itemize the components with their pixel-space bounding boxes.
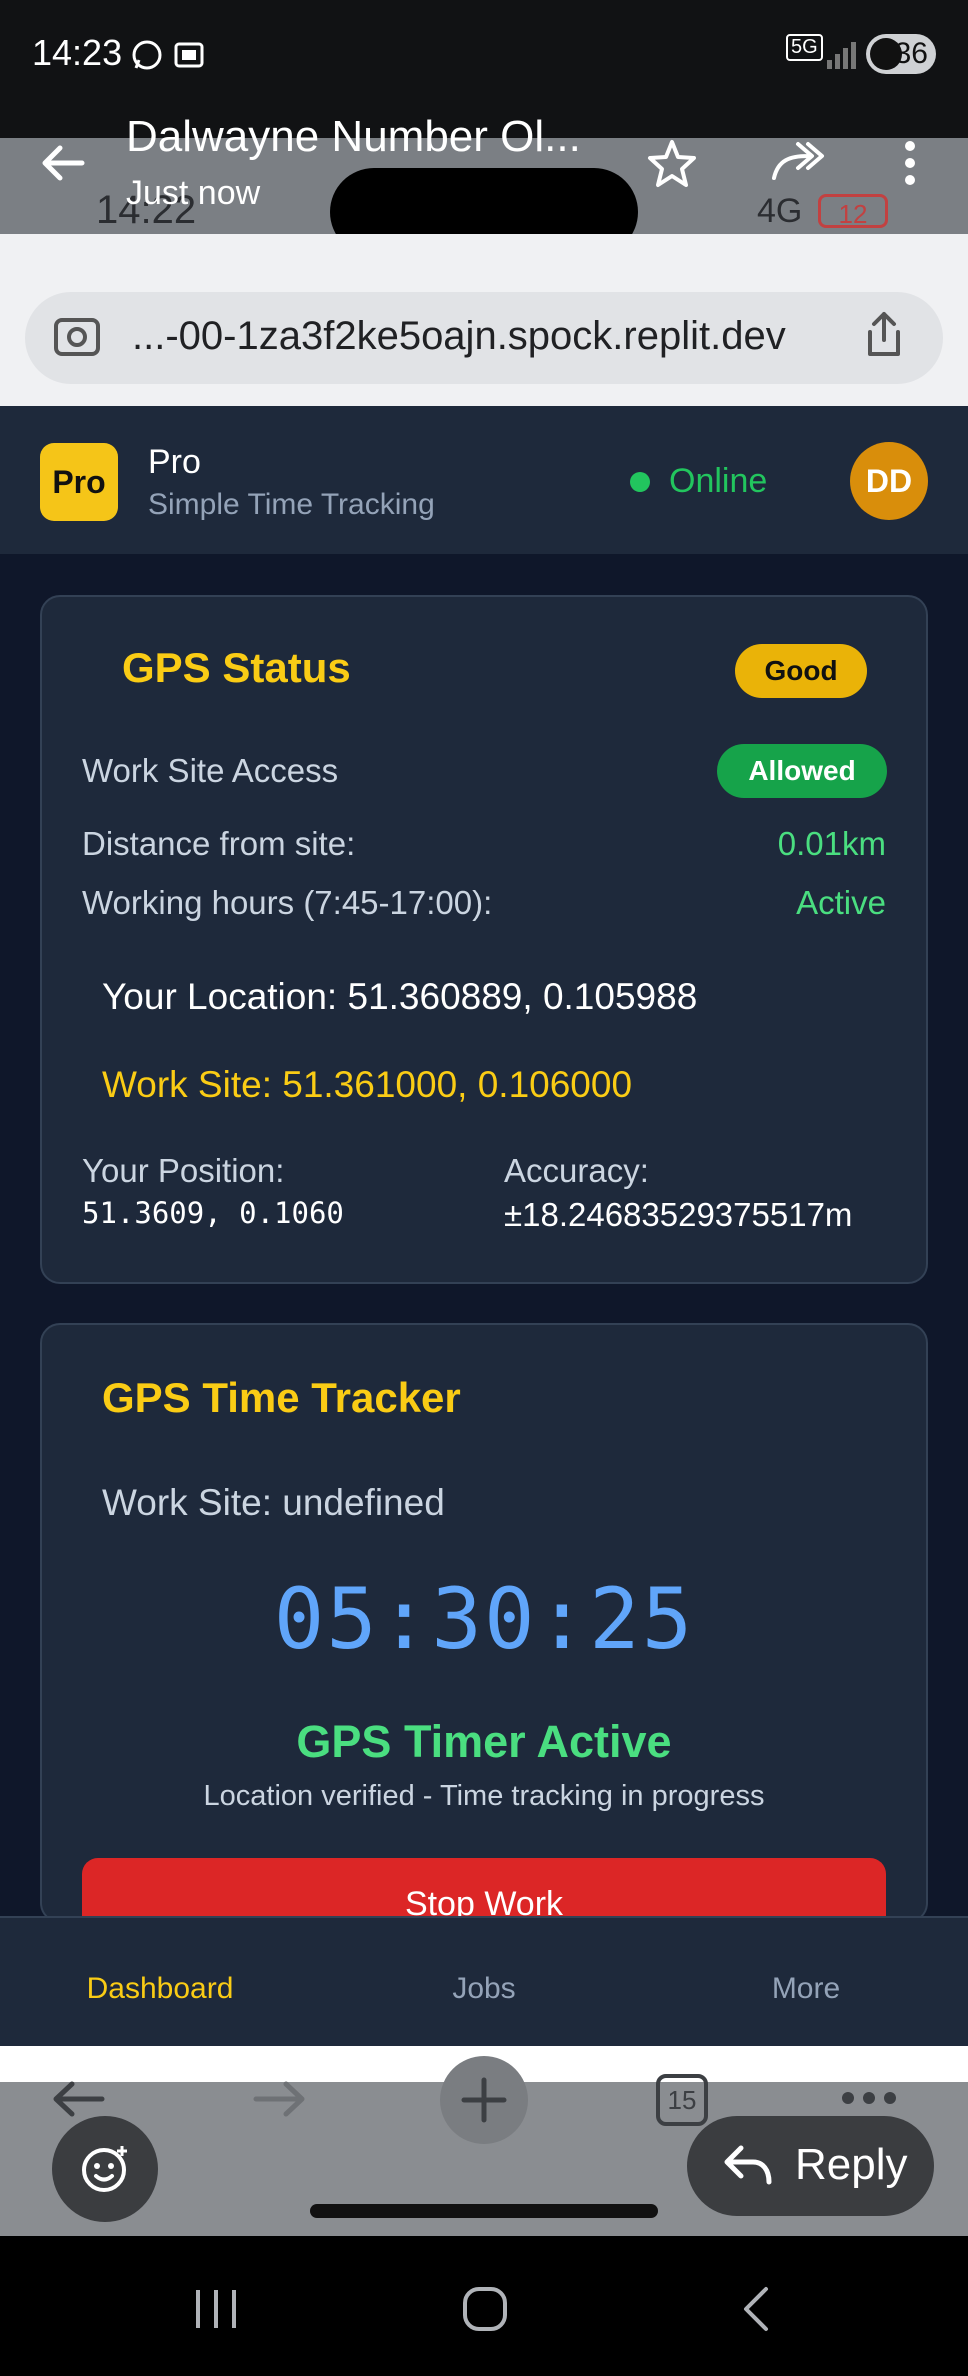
site-settings-icon[interactable] xyxy=(52,314,102,360)
signal-icon xyxy=(826,40,858,70)
more-vertical-icon[interactable] xyxy=(898,138,922,188)
app-header xyxy=(0,406,968,554)
timer-status-detail: Location verified - Time tracking in pro… xyxy=(203,1780,765,1812)
accuracy-label: Accuracy: xyxy=(504,1152,649,1189)
tab-count[interactable]: 15 xyxy=(656,2074,708,2126)
tracker-title: GPS Time Tracker xyxy=(102,1374,461,1421)
browser-forward-icon[interactable] xyxy=(250,2074,310,2124)
brand-name: Pro xyxy=(148,443,201,481)
reply-icon xyxy=(723,2142,773,2190)
avatar[interactable]: DD xyxy=(850,442,928,520)
hours-value: Active xyxy=(796,884,886,921)
position-label: Your Position: xyxy=(82,1152,285,1189)
online-status-dot xyxy=(630,472,650,492)
gps-quality-badge: Good xyxy=(735,644,867,698)
access-badge: Allowed xyxy=(717,744,887,798)
whatsapp-icon xyxy=(130,38,164,72)
reply-label: Reply xyxy=(795,2140,908,2189)
home-indicator[interactable] xyxy=(310,2204,658,2218)
home-icon[interactable] xyxy=(462,2286,508,2332)
battery-indicator: 36 xyxy=(866,34,936,74)
distance-value: 0.01km xyxy=(777,825,886,862)
network-5g-icon: 5G xyxy=(786,34,823,61)
recents-icon[interactable] xyxy=(192,2288,240,2330)
distance-label: Distance from site: xyxy=(82,825,356,862)
elapsed-timer: 05:30:25 xyxy=(273,1570,695,1668)
browser-menu-icon[interactable] xyxy=(840,2090,898,2106)
accuracy-value: ±18.24683529375517m xyxy=(504,1196,853,1233)
forward-icon[interactable] xyxy=(768,138,828,188)
access-label: Work Site Access xyxy=(82,752,339,789)
star-icon[interactable] xyxy=(644,136,700,192)
new-tab-icon[interactable] xyxy=(438,2054,530,2146)
underlay-battery: 12 xyxy=(818,194,888,229)
your-location: Your Location: 51.360889, 0.105988 xyxy=(102,976,698,1017)
hours-label: Working hours (7:45-17:00): xyxy=(82,884,493,921)
emoji-button[interactable] xyxy=(52,2116,158,2222)
stop-work-button[interactable]: Stop Work xyxy=(82,1858,886,1916)
work-site-location: Work Site: 51.361000, 0.106000 xyxy=(102,1064,633,1105)
underlay-network: 4G xyxy=(757,192,803,230)
reply-button[interactable]: Reply xyxy=(687,2116,934,2216)
status-time: 14:23 xyxy=(32,32,123,73)
charging-icon xyxy=(870,38,902,70)
app-logo[interactable]: Pro xyxy=(40,443,118,521)
tracker-work-site: Work Site: undefined xyxy=(102,1482,445,1523)
notification-title: Dalwayne Number Ol... xyxy=(126,112,581,161)
brand-tagline: Simple Time Tracking xyxy=(148,488,435,521)
online-status: Online xyxy=(669,462,768,500)
nav-dashboard[interactable]: Dashboard xyxy=(60,1972,260,2006)
gps-status-title: GPS Status xyxy=(122,644,351,691)
nav-jobs[interactable]: Jobs xyxy=(384,1972,584,2006)
screenshot-icon xyxy=(172,38,206,72)
nav-more[interactable]: More xyxy=(706,1972,906,2006)
notification-subtitle: Just now xyxy=(126,174,261,212)
position-value: 51.3609, 0.1060 xyxy=(82,1196,344,1230)
share-icon[interactable] xyxy=(862,310,906,360)
url-text[interactable]: ...-00-1za3f2ke5oajn.spock.replit.dev xyxy=(132,314,786,359)
system-back-icon[interactable] xyxy=(740,2286,770,2332)
back-arrow-icon[interactable] xyxy=(38,138,88,188)
timer-status: GPS Timer Active xyxy=(296,1716,672,1767)
